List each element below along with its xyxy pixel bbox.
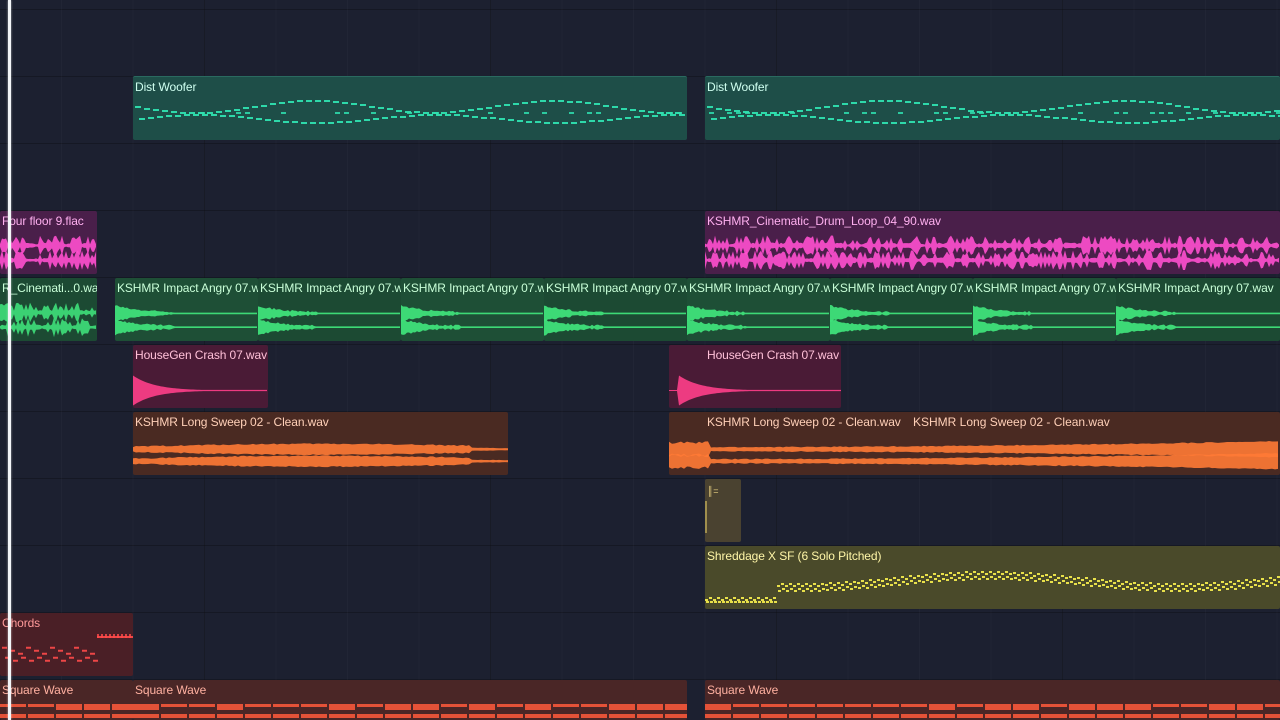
midi-notes-preview bbox=[705, 704, 1280, 718]
audio-clip-housegen-crash[interactable]: HouseGen Crash 07.wav bbox=[133, 345, 268, 408]
waveform bbox=[1116, 306, 1280, 336]
clip-label: Four floor 9.flac bbox=[2, 214, 84, 228]
clip-label: KSHMR Impact Angry 07.wav bbox=[117, 281, 258, 295]
clip-label: KSHMR Impact Angry 07.wav bbox=[546, 281, 687, 295]
waveform bbox=[133, 443, 508, 468]
waveform bbox=[401, 304, 543, 335]
waveform bbox=[0, 302, 96, 338]
midi-notes-preview bbox=[705, 571, 1280, 603]
audio-clip-housegen-crash[interactable]: HouseGen Crash 07.wav bbox=[669, 345, 841, 408]
clip-label: KSHMR Impact Angry 07.wav bbox=[832, 281, 973, 295]
audio-clip-four-floor[interactable]: Four floor 9.flac bbox=[0, 211, 97, 274]
clip-label: Square Wave bbox=[135, 683, 207, 697]
clip-label: ║= bbox=[707, 486, 719, 496]
midi-notes-preview bbox=[135, 100, 685, 124]
audio-clip-impact-angry[interactable]: KSHMR Impact Angry 07.wav bbox=[401, 278, 544, 341]
playhead-line[interactable] bbox=[8, 0, 11, 720]
clip-label: HouseGen Crash 07.wav bbox=[707, 348, 839, 362]
clip-label: Shreddage X SF (6 Solo Pitched) bbox=[707, 549, 882, 563]
pattern-clip-square-wave[interactable]: Square Wave bbox=[133, 680, 687, 720]
waveform bbox=[973, 305, 1115, 336]
audio-clip-impact-angry[interactable]: KSHMR Impact Angry 07.wav bbox=[258, 278, 401, 341]
audio-clip-long-sweep[interactable]: KSHMR Long Sweep 02 - Clean.wav bbox=[133, 412, 508, 475]
audio-clip-impact-angry[interactable]: KSHMR Impact Angry 07.wav bbox=[544, 278, 687, 341]
clip-label: KSHMR Impact Angry 07.wav bbox=[260, 281, 401, 295]
waveform bbox=[258, 306, 400, 335]
audio-clip-impact-angry[interactable]: KSHMR Impact Angry 07.wav bbox=[115, 278, 258, 341]
audio-clip-impact-angry[interactable]: KSHMR Impact Angry 07.wav bbox=[1116, 278, 1280, 341]
audio-clip-impact-angry[interactable]: KSHMR Impact Angry 07.wav bbox=[687, 278, 830, 341]
audio-clip-impact-angry[interactable]: KSHMR Impact Angry 07.wav bbox=[973, 278, 1116, 341]
waveform bbox=[705, 235, 1279, 271]
waveform bbox=[115, 305, 257, 336]
waveform bbox=[0, 235, 96, 270]
waveform bbox=[830, 304, 972, 335]
playlist-arrangement[interactable]: Dist Woofer Dist Woofer Four floor 9.fla… bbox=[0, 0, 1280, 720]
clip-label: KSHMR Long Sweep 02 - Clean.wav bbox=[135, 415, 329, 429]
audio-clip-cinematic-short[interactable]: R_Cinemati...0.wav bbox=[0, 278, 97, 341]
pattern-clip-dist-woofer[interactable]: Dist Woofer bbox=[133, 76, 687, 140]
clip-label: KSHMR Impact Angry 07.wav bbox=[975, 281, 1116, 295]
automation-line bbox=[705, 501, 707, 533]
clip-label-secondary: KSHMR Long Sweep 02 - Clean.wav bbox=[913, 415, 1110, 429]
clip-label: KSHMR Impact Angry 07.wav bbox=[403, 281, 544, 295]
pattern-clip-shreddage[interactable]: Shreddage X SF (6 Solo Pitched) bbox=[705, 546, 1280, 609]
waveform bbox=[669, 441, 1278, 470]
waveform bbox=[687, 305, 829, 336]
midi-notes-preview bbox=[2, 634, 133, 662]
clip-label: R_Cinemati...0.wav bbox=[2, 281, 97, 295]
automation-clip[interactable]: ║= bbox=[705, 479, 741, 542]
pattern-clip-chords[interactable]: Chords bbox=[0, 613, 133, 676]
waveform bbox=[544, 305, 686, 336]
clip-label: KSHMR_Cinematic_Drum_Loop_04_90.wav bbox=[707, 214, 941, 228]
clip-label: KSHMR Long Sweep 02 - Clean.wav bbox=[707, 415, 901, 429]
clip-label: Square Wave bbox=[2, 683, 74, 697]
audio-clip-long-sweep[interactable]: KSHMR Long Sweep 02 - Clean.wav KSHMR Lo… bbox=[669, 412, 1280, 475]
clip-label: KSHMR Impact Angry 07.wav bbox=[689, 281, 830, 295]
midi-notes-preview bbox=[707, 100, 1280, 124]
waveform bbox=[133, 375, 267, 406]
clip-label: HouseGen Crash 07.wav bbox=[135, 348, 267, 362]
audio-clip-cinematic-drum-loop[interactable]: KSHMR_Cinematic_Drum_Loop_04_90.wav bbox=[705, 211, 1280, 274]
pattern-clip-square-wave[interactable]: Square Wave bbox=[0, 680, 133, 720]
pattern-clip-square-wave[interactable]: Square Wave bbox=[705, 680, 1280, 720]
midi-notes-preview bbox=[133, 704, 687, 718]
midi-notes-preview bbox=[0, 704, 133, 718]
clip-label: Square Wave bbox=[707, 683, 779, 697]
audio-clip-impact-angry[interactable]: KSHMR Impact Angry 07.wav bbox=[830, 278, 973, 341]
clip-label: KSHMR Impact Angry 07.wav bbox=[1118, 281, 1274, 295]
pattern-clip-dist-woofer[interactable]: Dist Woofer bbox=[705, 76, 1280, 140]
waveform bbox=[669, 375, 841, 406]
